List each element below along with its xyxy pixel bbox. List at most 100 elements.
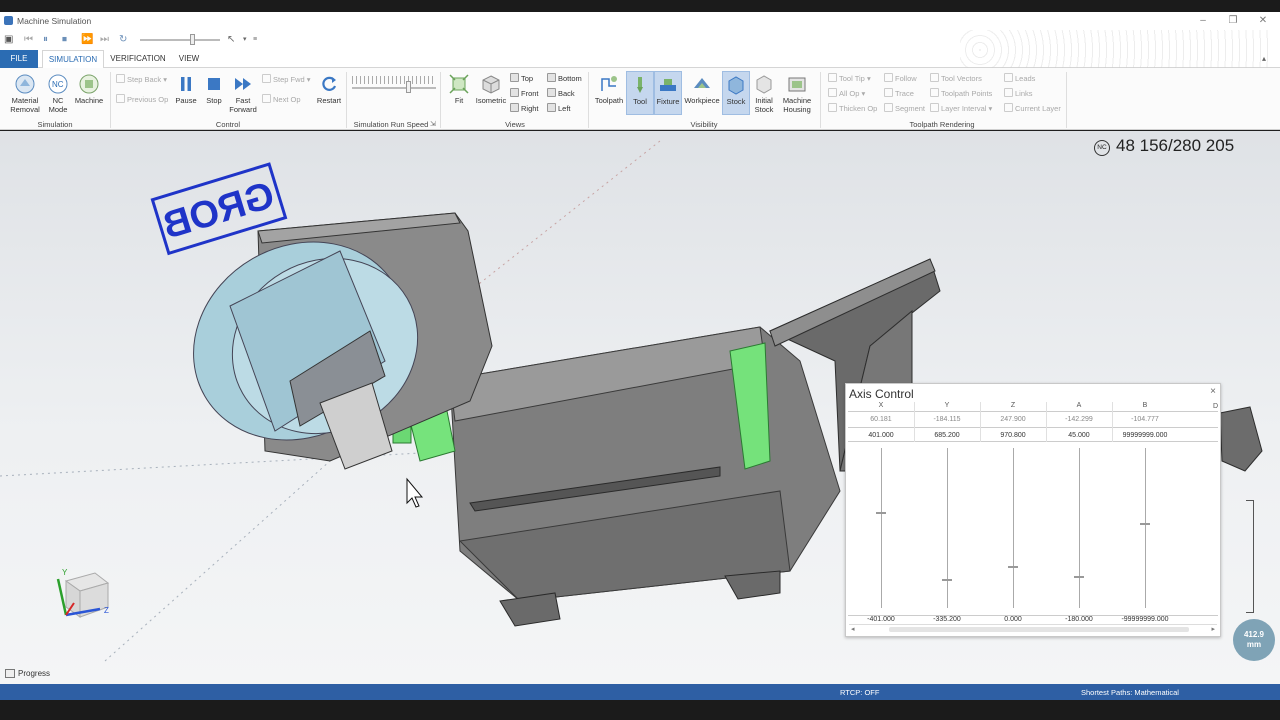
tab-file[interactable]: FILE — [0, 50, 38, 68]
run-speed-slider[interactable] — [352, 87, 436, 89]
restart-button[interactable]: Restart — [314, 74, 344, 105]
app-icon — [4, 16, 13, 25]
machine-simulation-window: Machine Simulation – ❐ ✕ ▣ ⏮ ⏸ ⏹ ⏩ ⏭ ↻ ↖… — [0, 0, 1280, 720]
pause-button[interactable]: Pause — [172, 74, 200, 105]
step-back-button[interactable]: Step Back ▾ — [116, 74, 167, 85]
close-window-button[interactable]: ✕ — [1256, 14, 1270, 28]
tool-vectors-button[interactable]: Tool Vectors — [930, 73, 982, 84]
axis-min-value: -180.000 — [1065, 616, 1093, 623]
segment-button[interactable]: Segment — [884, 103, 925, 114]
view-right-button[interactable]: Right — [510, 103, 539, 114]
run-speed-slider-knob[interactable] — [406, 81, 411, 93]
skip-back-icon[interactable]: ⏮ — [24, 33, 33, 47]
axis-slider-track[interactable] — [881, 448, 882, 608]
axis-slider-thumb[interactable] — [1140, 523, 1150, 526]
axis-current-value-field[interactable]: -104.777 — [1112, 416, 1178, 423]
axis-slider-track[interactable] — [1013, 448, 1014, 608]
view-left-button[interactable]: Left — [547, 103, 571, 114]
tab-verification[interactable]: VERIFICATION — [108, 50, 168, 68]
all-op-button[interactable]: All Op ▾ — [828, 88, 865, 99]
axis-slider-thumb[interactable] — [1008, 566, 1018, 569]
scroll-right-icon[interactable]: ▸ — [1211, 625, 1215, 633]
axis-min-value: 0.000 — [1004, 616, 1022, 623]
axis-header: B — [1142, 402, 1148, 409]
follow-button[interactable]: Follow — [884, 73, 917, 84]
layer-interval-button[interactable]: Layer Interval ▾ — [930, 103, 992, 114]
progress-label[interactable]: Progress — [18, 669, 50, 678]
axis-column-x: X 60.181 401.000 -401.000 — [848, 402, 914, 638]
toolpath-visibility-button[interactable]: Toolpath — [592, 74, 626, 105]
toolpath-points-button[interactable]: Toolpath Points — [930, 88, 992, 99]
stop-icon[interactable]: ⏹ — [62, 33, 67, 47]
axis-header: Y — [944, 402, 950, 409]
toolpath-icon — [599, 74, 619, 94]
initial-stock-icon — [754, 74, 774, 94]
material-removal-icon — [15, 74, 35, 94]
restart-icon[interactable]: ↻ — [119, 33, 127, 47]
cube-front-icon — [510, 88, 519, 97]
group-separator — [588, 72, 589, 128]
fast-forward-button[interactable]: Fast Forward — [228, 74, 258, 114]
dialog-launcher-icon[interactable]: ⇲ — [430, 120, 436, 128]
axis-slider-thumb[interactable] — [876, 512, 886, 514]
group-separator — [110, 72, 111, 128]
save-icon[interactable]: ▣ — [4, 33, 13, 47]
fast-forward-icon[interactable]: ⏩ — [81, 33, 93, 47]
axis-header: A — [1076, 402, 1082, 409]
speed-slider-track[interactable] — [140, 39, 220, 41]
pause-icon[interactable]: ⏸ — [43, 33, 48, 47]
thicken-op-button[interactable]: Thicken Op — [828, 103, 877, 114]
tool-tip-button[interactable]: Tool Tip ▾ — [828, 73, 871, 84]
axis-slider-track[interactable] — [1145, 448, 1146, 608]
material-removal-button[interactable]: Material Removal — [6, 74, 44, 114]
speed-slider-knob[interactable] — [190, 34, 195, 45]
view-bottom-button[interactable]: Bottom — [547, 73, 582, 84]
current-layer-button[interactable]: Current Layer — [1004, 103, 1061, 114]
links-button[interactable]: Links — [1004, 88, 1033, 99]
skip-forward-icon[interactable]: ⏭ — [100, 33, 109, 47]
isometric-button[interactable]: Isometric — [474, 74, 508, 105]
previous-op-button[interactable]: Previous Op — [116, 94, 168, 105]
next-op-button[interactable]: Next Op — [262, 94, 301, 105]
axis-current-value-field[interactable]: -184.115 — [914, 416, 980, 423]
tool-visibility-button[interactable]: Tool — [626, 71, 654, 115]
customize-icon[interactable]: ≡ — [253, 33, 257, 47]
axis-slider-thumb[interactable] — [942, 579, 952, 582]
axis-current-value-field[interactable]: 60.181 — [848, 416, 914, 423]
close-icon[interactable]: × — [1210, 386, 1216, 397]
fit-button[interactable]: Fit — [446, 74, 472, 105]
tool-tip-icon — [828, 73, 837, 82]
step-fwd-button[interactable]: Step Fwd ▾ — [262, 74, 311, 85]
axis-current-value-field[interactable]: -142.299 — [1046, 416, 1112, 423]
workpiece-visibility-button[interactable]: Workpiece — [683, 74, 721, 105]
trace-button[interactable]: Trace — [884, 88, 914, 99]
progress-icon[interactable] — [5, 669, 15, 678]
view-back-button[interactable]: Back — [547, 88, 575, 99]
minimize-button[interactable]: – — [1196, 14, 1210, 28]
tab-view[interactable]: VIEW — [172, 50, 206, 68]
axis-slider-track[interactable] — [947, 448, 948, 608]
cube-right-icon — [510, 103, 519, 112]
leads-button[interactable]: Leads — [1004, 73, 1035, 84]
nc-mode-button[interactable]: NC NC Mode — [44, 74, 72, 114]
axis-slider-track[interactable] — [1079, 448, 1080, 608]
view-top-button[interactable]: Top — [510, 73, 533, 84]
fixture-visibility-button[interactable]: Fixture — [654, 71, 682, 115]
machine-button[interactable]: Machine — [72, 74, 106, 105]
dropdown-icon[interactable]: ▾ — [243, 33, 247, 47]
axis-current-value-field[interactable]: 247.900 — [980, 416, 1046, 423]
view-front-button[interactable]: Front — [510, 88, 539, 99]
axis-slider-thumb[interactable] — [1074, 576, 1084, 578]
rtcp-status: RTCP: OFF — [840, 688, 880, 697]
column-divider — [914, 402, 915, 442]
pointer-icon[interactable]: ↖ — [227, 33, 235, 47]
initial-stock-button[interactable]: Initial Stock — [750, 74, 778, 114]
stock-visibility-button[interactable]: Stock — [722, 71, 750, 115]
axis-header-d: D — [1213, 403, 1219, 410]
axis-min-value: -335.200 — [933, 616, 961, 623]
simulation-run-speed-label: Simulation Run Speed — [353, 120, 429, 129]
stop-button[interactable]: Stop — [200, 74, 228, 105]
machine-housing-button[interactable]: Machine Housing — [779, 74, 815, 114]
tab-simulation[interactable]: SIMULATION — [42, 50, 104, 69]
maximize-button[interactable]: ❐ — [1226, 14, 1240, 28]
